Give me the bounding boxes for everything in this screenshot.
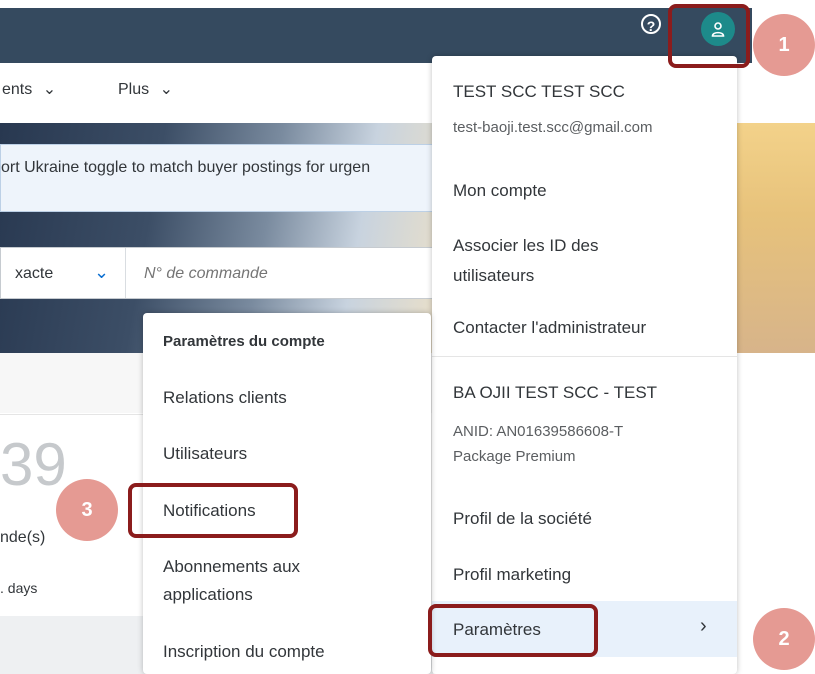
chevron-down-icon: ⌄ <box>42 81 57 98</box>
chevron-down-icon: ⌄ <box>159 81 173 98</box>
company-name: BA OJII TEST SCC - TEST <box>453 383 658 402</box>
menu-separator <box>432 356 737 357</box>
menu-item-my-account[interactable]: Mon compte <box>453 181 547 201</box>
company-package: Package Premium <box>453 448 576 465</box>
search-filter-select[interactable]: xacte <box>15 265 53 283</box>
step-badge-3: 3 <box>56 479 118 541</box>
submenu-item-app-subscriptions[interactable]: Abonnements aux applications <box>163 557 300 605</box>
order-number-search-input[interactable] <box>144 265 414 283</box>
user-email: test-baoji.test.scc@gmail.com <box>453 119 653 136</box>
nav-item-plus[interactable]: Plus ⌄ <box>118 79 173 99</box>
hero-banner-image-right <box>736 123 815 353</box>
submenu-item-label: Abonnements aux <box>163 557 301 576</box>
annotation-box-settings <box>428 604 598 657</box>
step-badge-2: 2 <box>753 608 815 670</box>
notice-banner: ort Ukraine toggle to match buyer postin… <box>0 144 433 212</box>
menu-item-company-profile[interactable]: Profil de la société <box>453 509 592 529</box>
kpi-days: . days <box>0 580 38 596</box>
kpi-label: nde(s) <box>0 529 46 546</box>
menu-item-label: utilisateurs <box>453 266 535 285</box>
menu-item-marketing-profile[interactable]: Profil marketing <box>453 565 571 585</box>
submenu-item-customer-relations[interactable]: Relations clients <box>163 388 287 408</box>
submenu-item-users[interactable]: Utilisateurs <box>163 444 247 464</box>
help-circle-icon[interactable]: ? <box>641 14 661 34</box>
annotation-box-notifications <box>128 483 298 538</box>
step-badge-1: 1 <box>753 14 815 76</box>
annotation-box-avatar <box>668 4 750 68</box>
divider <box>0 414 145 415</box>
chevron-down-icon[interactable]: ⌄ <box>94 262 109 283</box>
submenu-item-label: applications <box>163 585 253 604</box>
menu-item-link-user-ids[interactable]: Associer les ID des utilisateurs <box>453 236 599 286</box>
notice-text: ort Ukraine toggle to match buyer postin… <box>1 159 371 176</box>
kpi-value: 39 <box>0 431 67 498</box>
nav-item-documents[interactable]: ents ⌄ <box>2 79 56 99</box>
submenu-item-account-registration[interactable]: Inscription du compte <box>163 642 325 662</box>
company-anid: ANID: AN01639586608-T <box>453 423 624 440</box>
menu-item-label: Associer les ID des <box>453 236 599 255</box>
user-name: TEST SCC TEST SCC <box>453 82 625 101</box>
nav-item-label: Plus <box>118 81 150 98</box>
chevron-right-icon: › <box>700 615 707 637</box>
nav-item-label: ents <box>2 81 33 98</box>
top-bar <box>0 8 752 63</box>
menu-item-contact-admin[interactable]: Contacter l'administrateur <box>453 318 646 338</box>
search-divider <box>125 248 126 298</box>
submenu-header: Paramètres du compte <box>163 333 325 350</box>
